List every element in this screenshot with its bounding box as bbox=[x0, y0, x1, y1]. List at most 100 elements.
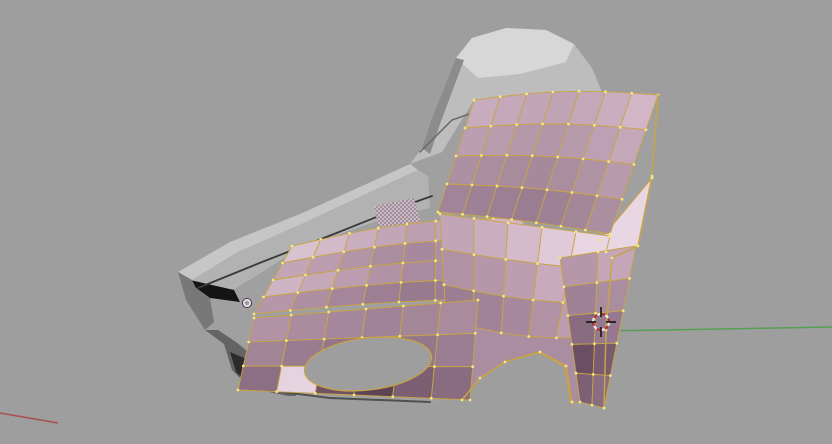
mesh-vertex[interactable] bbox=[433, 298, 437, 302]
mesh-vertex[interactable] bbox=[630, 91, 634, 95]
mesh-vertex[interactable] bbox=[498, 95, 502, 99]
mesh-vertex[interactable] bbox=[628, 277, 631, 280]
mesh-vertex[interactable] bbox=[595, 281, 599, 284]
mesh-vertex[interactable] bbox=[570, 400, 574, 404]
mesh-face[interactable] bbox=[248, 314, 292, 343]
mesh-vertex[interactable] bbox=[454, 154, 458, 158]
mesh-vertex[interactable] bbox=[505, 153, 509, 157]
mesh-vertex[interactable] bbox=[620, 197, 624, 201]
mesh-vertex[interactable] bbox=[399, 281, 403, 284]
mesh-vertex[interactable] bbox=[530, 154, 534, 158]
mesh-vertex[interactable] bbox=[460, 398, 464, 402]
mesh-face[interactable] bbox=[439, 213, 475, 256]
mesh-vertex[interactable] bbox=[558, 256, 562, 260]
mesh-vertex[interactable] bbox=[471, 365, 475, 369]
mesh-vertex[interactable] bbox=[602, 406, 606, 410]
mesh-face[interactable] bbox=[473, 290, 504, 334]
mesh-vertex[interactable] bbox=[574, 230, 578, 234]
mesh-vertex[interactable] bbox=[593, 342, 596, 346]
mesh-face[interactable] bbox=[237, 365, 283, 393]
mesh-vertex[interactable] bbox=[472, 253, 476, 256]
mesh-vertex[interactable] bbox=[473, 331, 477, 335]
mesh-vertex[interactable] bbox=[607, 160, 610, 164]
mesh-vertex[interactable] bbox=[584, 228, 587, 232]
mesh-face[interactable] bbox=[323, 308, 367, 340]
mesh-face[interactable] bbox=[400, 260, 436, 283]
mesh-vertex[interactable] bbox=[434, 239, 437, 243]
mesh-vertex[interactable] bbox=[440, 247, 444, 251]
mesh-vertex[interactable] bbox=[506, 221, 510, 225]
mesh-face[interactable] bbox=[563, 282, 598, 317]
mesh-vertex[interactable] bbox=[621, 309, 625, 313]
mesh-vertex[interactable] bbox=[495, 184, 499, 188]
mesh-vertex[interactable] bbox=[595, 194, 599, 198]
mesh-vertex[interactable] bbox=[559, 224, 563, 228]
mesh-face[interactable] bbox=[285, 311, 330, 342]
mesh-vertex[interactable] bbox=[480, 154, 483, 157]
mesh-vertex[interactable] bbox=[591, 373, 595, 376]
mesh-vertex[interactable] bbox=[551, 90, 555, 94]
mesh-vertex[interactable] bbox=[461, 212, 464, 216]
mesh-vertex[interactable] bbox=[438, 212, 442, 216]
mesh-vertex[interactable] bbox=[485, 215, 489, 219]
mesh-vertex[interactable] bbox=[262, 295, 265, 299]
mesh-face[interactable] bbox=[437, 299, 479, 336]
mesh-vertex[interactable] bbox=[581, 157, 585, 161]
mesh-vertex[interactable] bbox=[348, 231, 351, 235]
mesh-vertex[interactable] bbox=[401, 261, 405, 265]
mesh-vertex[interactable] bbox=[429, 396, 433, 400]
mesh-vertex[interactable] bbox=[470, 183, 474, 187]
mesh-vertex[interactable] bbox=[290, 244, 294, 248]
mesh-vertex[interactable] bbox=[285, 339, 288, 342]
mesh-vertex[interactable] bbox=[442, 283, 446, 287]
mesh-vertex[interactable] bbox=[361, 302, 365, 306]
mesh-vertex[interactable] bbox=[636, 244, 640, 248]
mesh-vertex[interactable] bbox=[561, 301, 565, 304]
mesh-vertex[interactable] bbox=[434, 279, 437, 282]
mesh-vertex[interactable] bbox=[592, 123, 596, 127]
mesh-vertex[interactable] bbox=[570, 191, 574, 194]
mesh-face[interactable] bbox=[505, 222, 543, 265]
mesh-vertex[interactable] bbox=[281, 261, 284, 265]
mesh-vertex[interactable] bbox=[364, 307, 368, 311]
mesh-face[interactable] bbox=[441, 248, 475, 292]
mesh-vertex[interactable] bbox=[615, 341, 619, 345]
mesh-vertex[interactable] bbox=[564, 364, 568, 368]
mesh-vertex[interactable] bbox=[609, 374, 612, 377]
mesh-vertex[interactable] bbox=[342, 250, 346, 254]
mesh-vertex[interactable] bbox=[472, 289, 476, 293]
mesh-vertex[interactable] bbox=[531, 298, 535, 302]
mesh-vertex[interactable] bbox=[545, 188, 549, 192]
mesh-vertex[interactable] bbox=[376, 226, 380, 230]
mesh-vertex[interactable] bbox=[271, 278, 275, 282]
mesh-vertex[interactable] bbox=[478, 376, 482, 380]
mesh-face[interactable] bbox=[362, 282, 402, 305]
mesh-vertex[interactable] bbox=[336, 268, 340, 272]
mesh-vertex[interactable] bbox=[468, 398, 472, 402]
mesh-vertex[interactable] bbox=[296, 291, 300, 295]
mesh-vertex[interactable] bbox=[311, 255, 315, 259]
mesh-face[interactable] bbox=[366, 262, 404, 286]
mesh-vertex[interactable] bbox=[598, 238, 602, 242]
mesh-face[interactable] bbox=[361, 305, 404, 339]
mesh-vertex[interactable] bbox=[540, 225, 544, 229]
mesh-vertex[interactable] bbox=[433, 365, 436, 368]
mesh-vertex[interactable] bbox=[288, 309, 292, 312]
mesh-vertex[interactable] bbox=[463, 126, 467, 130]
mesh-face[interactable] bbox=[473, 254, 507, 297]
mesh-vertex[interactable] bbox=[325, 305, 328, 309]
mesh-vertex[interactable] bbox=[304, 273, 307, 277]
mesh-vertex[interactable] bbox=[436, 333, 439, 337]
mesh-vertex[interactable] bbox=[313, 391, 317, 395]
mesh-vertex[interactable] bbox=[534, 221, 538, 225]
mesh-vertex[interactable] bbox=[536, 262, 539, 265]
mesh-vertex[interactable] bbox=[401, 304, 405, 308]
mesh-vertex[interactable] bbox=[369, 264, 372, 268]
mesh-vertex[interactable] bbox=[391, 395, 395, 399]
mesh-vertex[interactable] bbox=[555, 336, 558, 340]
mesh-vertex[interactable] bbox=[236, 388, 240, 392]
mesh-vertex[interactable] bbox=[489, 124, 493, 128]
mesh-vertex[interactable] bbox=[574, 371, 578, 375]
mesh-vertex[interactable] bbox=[434, 259, 437, 263]
mesh-face[interactable] bbox=[571, 343, 595, 375]
